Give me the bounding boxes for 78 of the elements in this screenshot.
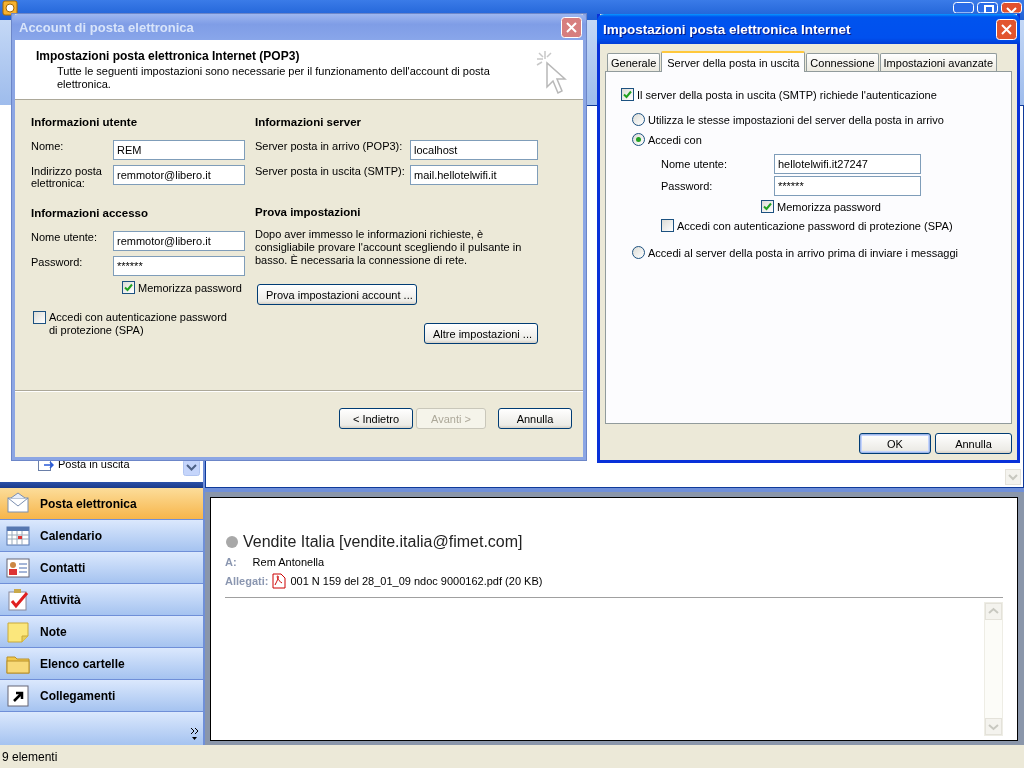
close-icon [1001,2,1022,13]
tab[interactable]: Impostazioni avanzate [879,53,997,71]
text-field[interactable]: localhost [410,140,538,160]
checkbox-label: Memorizza password [138,281,242,294]
field-label: Server posta in arrivo (POP3): [255,140,404,152]
test-settings-button[interactable]: Prova impostazioni account ... [257,284,417,305]
dialog-heading: Impostazioni posta elettronica Internet (POP3) [36,49,301,63]
checkbox[interactable] [621,88,634,101]
pdf-file-icon [272,573,287,589]
radio-button[interactable] [632,113,645,126]
more-settings-button[interactable]: Altre impostazioni ... [424,323,538,344]
dialog-description: Tutte le seguenti impostazioni sono necessarie per il funzionamento dell'account di posta elettronica. [56,65,491,91]
radio-button[interactable] [632,133,645,146]
close-icon[interactable] [996,18,1017,40]
tab[interactable]: Connessione [806,53,879,71]
message-sender: Vendite Italia [vendite.italia@fimet.com] [243,533,523,551]
radio-button[interactable] [632,246,645,259]
envelope-icon [6,491,30,516]
attachment-link[interactable]: 001 N 159 del 28_01_09 ndoc 9000162.pdf (20 KB) [290,575,543,587]
field-label: Nome: [31,140,65,152]
checkbox[interactable] [122,281,135,294]
text-field[interactable]: ****** [774,175,921,196]
checkbox-label: Memorizza password [777,200,881,213]
nav-button[interactable]: Calendario [0,520,203,552]
window-title: Account di posta elettronica [19,19,194,35]
field-label: Indirizzo posta elettronica: [31,165,103,189]
restore-icon [977,2,998,13]
contact-card-icon [6,555,30,580]
app-icon [2,0,18,16]
minimize-icon [953,2,974,13]
close-icon[interactable] [561,16,582,38]
section-heading: Informazioni accesso [31,207,149,219]
calendar-icon [6,523,30,548]
help-text: Dopo aver immesso le informazioni richieste, è consigliabile provare l'account scegliendo il pulsante in basso. È necessaria la connessione di rete. [255,228,523,267]
message-recipient: Rem Antonella [252,556,325,568]
field-label: Nome utente: [31,231,99,243]
tab[interactable]: Server della posta in uscita [661,51,806,72]
checkbox[interactable] [33,311,46,324]
nav-button[interactable]: Attività [0,584,203,616]
nav-button[interactable]: Posta elettronica [0,488,203,520]
radio-label: Accedi al server della posta in arrivo prima di inviare i messaggi [648,246,958,259]
window-title: Impostazioni posta elettronica Internet [603,21,851,37]
field-label: Password: [661,179,714,192]
radio-label: Utilizza le stesse impostazioni del server della posta in arrivo [648,113,944,126]
chevron-icon[interactable] [190,727,199,741]
text-field[interactable]: hellotelwifi.it27247 [774,153,921,174]
checkbox-label: Accedi con autenticazione password di protezione (SPA) [677,219,953,232]
dialog-button[interactable]: OK [859,433,931,454]
dialog-button[interactable]: Annulla [935,433,1012,454]
field-label: Password: [31,256,84,268]
text-field[interactable]: mail.hellotelwifi.it [410,165,538,185]
wizard-button[interactable]: Annulla [498,408,572,429]
text-field[interactable]: REM [113,140,245,160]
section-heading: Informazioni server [255,116,363,128]
checkbox[interactable] [661,219,674,232]
checkbox-label: Il server della posta in uscita (SMTP) richiede l'autenticazione [637,88,937,101]
checkbox[interactable] [761,200,774,213]
radio-label: Accedi con [648,133,702,146]
status-text: 9 elementi [2,749,58,764]
section-heading: Informazioni utente [31,116,139,128]
checkbox-label: Accedi con autenticazione password di protezione (SPA) [49,311,228,337]
field-label: Allegati: [225,575,269,587]
field-label: Server posta in uscita (SMTP): [255,165,406,177]
checkmark-icon [6,587,30,612]
nav-button[interactable]: Elenco cartelle [0,648,203,680]
nav-button[interactable]: Note [0,616,203,648]
text-field[interactable]: remmotor@libero.it [113,231,245,251]
note-icon [6,619,30,644]
nav-button[interactable]: Collegamenti [0,680,203,712]
nav-button[interactable]: Contatti [0,552,203,584]
field-label: A: [225,556,237,568]
status-dot-icon [225,535,239,549]
field-label: Nome utente: [661,157,729,170]
section-heading: Prova impostazioni [255,206,362,218]
text-field[interactable]: ****** [113,256,245,276]
tab[interactable]: Generale [607,53,661,71]
wizard-button[interactable]: < Indietro [339,408,413,429]
text-field[interactable]: remmotor@libero.it [113,165,245,185]
